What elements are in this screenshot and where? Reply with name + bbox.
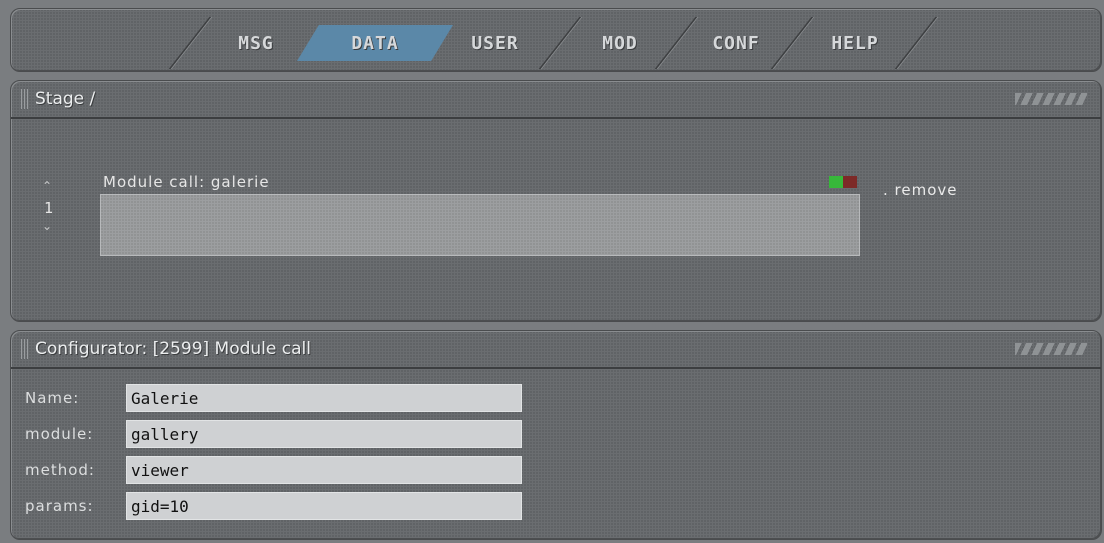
method-label: method: xyxy=(25,461,95,479)
status-active-icon xyxy=(829,176,843,188)
module-call-box[interactable] xyxy=(100,194,860,256)
name-field[interactable]: Galerie xyxy=(126,384,522,412)
configurator-header: Configurator: [2599] Module call xyxy=(11,331,1101,369)
tab-mod[interactable]: MOD xyxy=(559,25,681,61)
move-up-icon[interactable]: ⌃ xyxy=(42,179,52,193)
configurator-panel: Configurator: [2599] Module call Name: G… xyxy=(10,330,1102,540)
params-label: params: xyxy=(25,497,94,515)
module-call-label: Module call: galerie xyxy=(103,173,270,191)
status-inactive-icon xyxy=(843,176,857,188)
header-stripes-icon xyxy=(1015,93,1087,105)
top-nav: MSG DATA USER MOD CONF HELP xyxy=(10,8,1102,72)
field-row-method: method: viewer xyxy=(25,455,522,485)
header-stripes-icon xyxy=(1015,343,1087,355)
tab-conf[interactable]: CONF xyxy=(675,25,797,61)
move-down-icon[interactable]: ⌄ xyxy=(42,219,52,233)
stage-header: Stage / xyxy=(11,81,1101,119)
tab-user[interactable]: USER xyxy=(427,25,563,61)
name-label: Name: xyxy=(25,389,80,407)
field-row-name: Name: Galerie xyxy=(25,383,522,413)
status-indicator xyxy=(829,176,857,188)
field-row-params: params: gid=10 xyxy=(25,491,522,521)
module-field[interactable]: gallery xyxy=(126,420,522,448)
params-field[interactable]: gid=10 xyxy=(126,492,522,520)
module-label: module: xyxy=(25,425,94,443)
grip-handle-icon[interactable] xyxy=(21,339,29,359)
configurator-title: Configurator: [2599] Module call xyxy=(35,339,311,359)
tab-msg[interactable]: MSG xyxy=(201,25,311,61)
item-index: 1 xyxy=(44,199,54,217)
stage-title: Stage / xyxy=(35,89,96,109)
method-field[interactable]: viewer xyxy=(126,456,522,484)
field-row-module: module: gallery xyxy=(25,419,522,449)
tab-help[interactable]: HELP xyxy=(791,25,919,61)
remove-link[interactable]: . remove xyxy=(883,181,958,199)
grip-handle-icon[interactable] xyxy=(21,89,29,109)
stage-panel: Stage / ⌃ 1 ⌄ Module call: galerie . rem… xyxy=(10,80,1102,322)
